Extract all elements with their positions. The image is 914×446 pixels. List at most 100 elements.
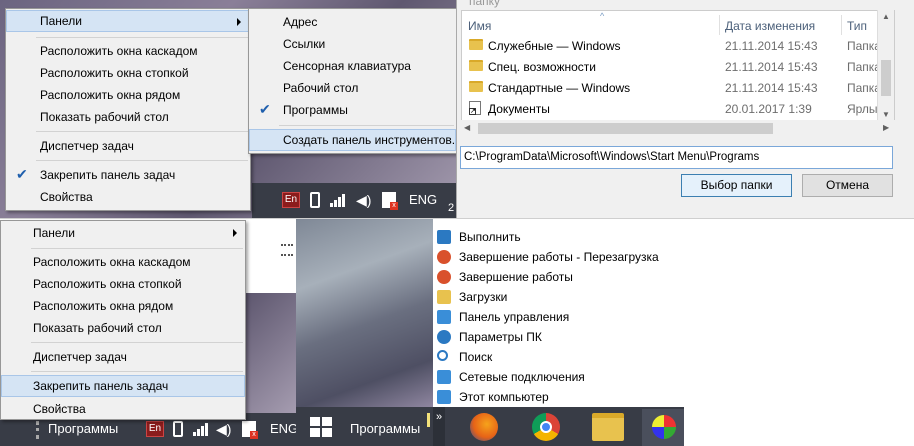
submenu-arrow-icon <box>237 18 241 26</box>
scroll-right-arrow-icon[interactable]: ▶ <box>883 123 889 132</box>
action-center-icon[interactable]: x <box>242 421 258 439</box>
menu-item-task-manager[interactable]: Диспетчер задач <box>6 135 250 157</box>
column-header-type[interactable]: Тип <box>847 19 867 33</box>
table-row[interactable]: ↗ Документы 20.01.2017 1:39 Ярлык <box>462 98 894 119</box>
toolbar-grip-icon[interactable] <box>36 421 39 439</box>
list-item-shutdown[interactable]: Завершение работы <box>433 267 683 287</box>
sort-arrow-icon: ^ <box>600 11 605 21</box>
menu-item-cascade[interactable]: Расположить окна каскадом <box>6 40 250 62</box>
column-divider[interactable] <box>719 15 720 35</box>
clock-fragment[interactable]: 2 <box>448 202 454 214</box>
row-name: Стандартные — Windows <box>488 81 631 95</box>
list-item-network-connections[interactable]: Сетевые подключения <box>433 367 683 387</box>
vertical-scrollbar[interactable]: ▲ ▼ <box>877 10 894 122</box>
menu-item-lock-taskbar[interactable]: ✔ Закрепить панель задач <box>6 164 250 186</box>
table-row[interactable]: Служебные — Windows 21.11.2014 15:43 Пап… <box>462 35 894 56</box>
list-item-downloads[interactable]: Загрузки <box>433 287 683 307</box>
menu-item-task-manager[interactable]: Диспетчер задач <box>1 346 245 368</box>
menu-item-lock-taskbar[interactable]: Закрепить панель задач <box>1 375 245 397</box>
list-item-label: Выполнить <box>459 230 521 244</box>
programs-toolbar-label[interactable]: Программы <box>48 421 118 436</box>
programs-toolbar-label[interactable]: Программы <box>350 421 420 436</box>
menu-item-side-by-side[interactable]: Расположить окна рядом <box>6 84 250 106</box>
menu-item-show-desktop[interactable]: Показать рабочий стол <box>6 106 250 128</box>
menu-item-label: Панели <box>40 14 82 28</box>
view-options-icon <box>281 244 293 256</box>
list-item-label: Этот компьютер <box>459 390 549 404</box>
scroll-up-arrow-icon[interactable]: ▲ <box>882 12 890 21</box>
file-explorer-icon[interactable] <box>592 413 624 441</box>
submenu-item-links[interactable]: Ссылки <box>249 33 456 55</box>
column-divider[interactable] <box>841 15 842 35</box>
submenu-item-programs[interactable]: ✔ Программы <box>249 99 456 121</box>
submenu-item-new-toolbar[interactable]: Создать панель инструментов... <box>249 129 462 151</box>
menu-item-properties[interactable]: Свойства <box>6 186 250 208</box>
paint-icon[interactable] <box>642 409 684 446</box>
list-item-control-panel[interactable]: Панель управления <box>433 307 683 327</box>
cancel-button[interactable]: Отмена <box>802 174 893 197</box>
list-item-pc-settings[interactable]: Параметры ПК <box>433 327 683 347</box>
lang-indicator[interactable]: ENG <box>270 421 298 436</box>
shortcut-icon: ↗ <box>469 101 481 115</box>
submenu-item-touch-keyboard[interactable]: Сенсорная клавиатура <box>249 55 456 77</box>
volume-icon[interactable]: ◀) <box>216 421 232 437</box>
menu-item-side-by-side[interactable]: Расположить окна рядом <box>1 295 245 317</box>
scroll-thumb[interactable] <box>881 60 891 96</box>
menu-item-panels[interactable]: Панели <box>6 10 250 32</box>
list-item-run[interactable]: Выполнить <box>433 227 683 247</box>
power-icon <box>437 270 451 284</box>
menu-separator <box>36 160 248 161</box>
lang-badge[interactable]: En <box>282 192 300 208</box>
volume-icon[interactable]: ◀) <box>356 192 372 208</box>
menu-separator <box>31 342 243 343</box>
panels-submenu: Адрес Ссылки Сенсорная клавиатура Рабочи… <box>248 8 462 154</box>
scroll-left-arrow-icon[interactable]: ◀ <box>464 123 470 132</box>
action-center-icon[interactable]: x <box>382 192 398 210</box>
menu-item-stack[interactable]: Расположить окна стопкой <box>6 62 250 84</box>
menu-item-show-desktop[interactable]: Показать рабочий стол <box>1 317 245 339</box>
menu-item-stack[interactable]: Расположить окна стопкой <box>1 273 245 295</box>
list-item-this-pc[interactable]: Этот компьютер <box>433 387 683 407</box>
submenu-item-address[interactable]: Адрес <box>249 11 456 33</box>
folder-icon <box>469 81 483 92</box>
column-header-name[interactable]: Имя <box>468 19 491 33</box>
windows-logo-icon[interactable] <box>310 417 332 437</box>
scroll-down-arrow-icon[interactable]: ▼ <box>882 110 890 119</box>
battery-icon[interactable] <box>173 421 183 437</box>
select-folder-button[interactable]: Выбор папки <box>681 174 792 197</box>
menu-item-panels[interactable]: Панели <box>1 222 245 244</box>
file-list: ^ Имя Дата изменения Тип Служебные — Win… <box>461 10 895 122</box>
signal-icon[interactable] <box>193 422 209 436</box>
submenu-arrow-icon <box>233 229 237 237</box>
table-row[interactable]: Стандартные — Windows 21.11.2014 15:43 П… <box>462 77 894 98</box>
menu-separator <box>31 248 243 249</box>
chrome-icon[interactable] <box>532 413 560 441</box>
power-icon <box>437 250 451 264</box>
horizontal-scrollbar[interactable]: ◀ ▶ <box>461 120 895 137</box>
signal-icon[interactable] <box>330 193 346 207</box>
firefox-icon[interactable] <box>470 413 498 441</box>
scroll-thumb[interactable] <box>478 123 773 134</box>
table-row[interactable]: Спец. возможности 21.11.2014 15:43 Папка… <box>462 56 894 77</box>
lang-badge[interactable]: En <box>146 421 164 437</box>
column-header-date[interactable]: Дата изменения <box>725 19 815 33</box>
list-item-label: Завершение работы <box>459 270 573 284</box>
checkmark-icon: ✔ <box>259 101 271 117</box>
list-item-search[interactable]: Поиск <box>433 347 683 367</box>
list-item-shutdown-restart[interactable]: Завершение работы - Перезагрузка <box>433 247 683 267</box>
toolbar-chevron[interactable]: » <box>433 407 445 446</box>
submenu-item-desktop[interactable]: Рабочий стол <box>249 77 456 99</box>
folder-path-input[interactable]: C:\ProgramData\Microsoft\Windows\Start M… <box>460 146 893 169</box>
folder-icon <box>469 39 483 50</box>
row-name: Документы <box>488 102 550 116</box>
menu-item-properties[interactable]: Свойства <box>1 398 245 420</box>
lang-indicator[interactable]: ENG <box>409 192 437 207</box>
folder-picker-dialog: папку ^ Имя Дата изменения Тип Служебные… <box>456 0 914 218</box>
battery-icon[interactable] <box>310 192 320 208</box>
toolbar-scroll-marker <box>427 413 430 427</box>
list-item-label: Параметры ПК <box>459 330 542 344</box>
run-icon <box>437 230 451 244</box>
control-panel-icon <box>437 310 451 324</box>
menu-item-cascade[interactable]: Расположить окна каскадом <box>1 251 245 273</box>
desktop-wallpaper-bottom-right <box>296 219 433 407</box>
